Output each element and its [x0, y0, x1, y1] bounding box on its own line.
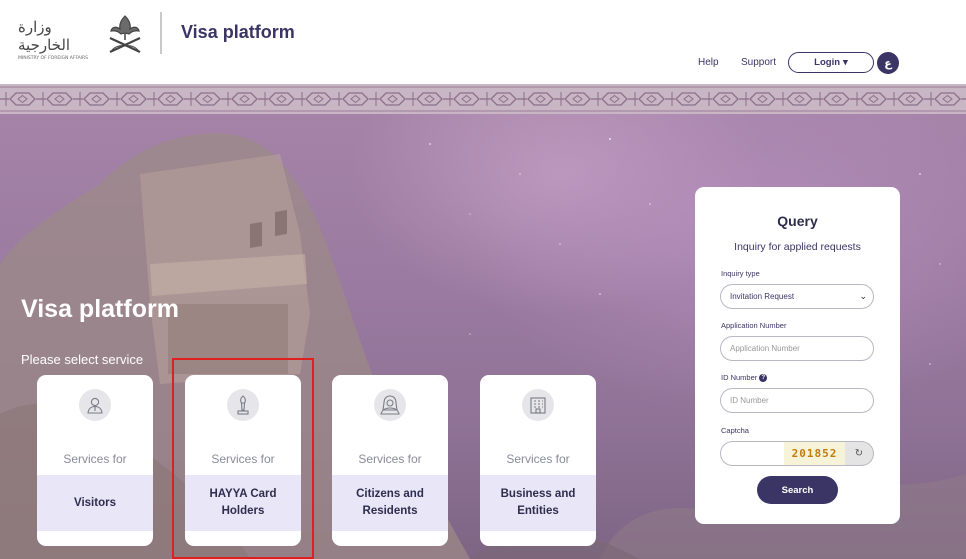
- card-label-visitors: Visitors: [37, 475, 153, 531]
- nav-help-link[interactable]: Help: [698, 57, 719, 68]
- visitor-icon: [79, 389, 111, 421]
- service-card-business[interactable]: Services for Business and Entities: [480, 375, 596, 546]
- chevron-down-icon: ⌄: [859, 291, 867, 301]
- language-toggle-button[interactable]: ع: [877, 52, 899, 74]
- refresh-icon[interactable]: ↻: [845, 441, 874, 466]
- chevron-down-icon: ▾: [843, 57, 848, 68]
- citizen-icon: [374, 389, 406, 421]
- card-prefix: Services for: [211, 452, 275, 466]
- login-dropdown-button[interactable]: Login ▾: [788, 52, 874, 73]
- inquiry-type-label: Inquiry type: [721, 269, 760, 278]
- logo-arabic: وزارة الخارجية: [18, 18, 71, 54]
- query-subtitle: Inquiry for applied requests: [734, 241, 861, 253]
- login-label: Login: [814, 57, 841, 68]
- service-card-hayya[interactable]: Services for HAYYA Card Holders: [185, 375, 301, 546]
- building-icon: [522, 389, 554, 421]
- card-label-hayya: HAYYA Card Holders: [185, 475, 301, 531]
- service-card-citizens[interactable]: Services for Citizens and Residents: [332, 375, 448, 546]
- logo-english: MINISTRY OF FOREIGN AFFAIRS: [18, 56, 89, 61]
- inquiry-type-value: Invitation Request: [730, 292, 795, 301]
- card-prefix: Services for: [63, 452, 127, 466]
- id-number-label-row: ID Number ?: [721, 373, 768, 383]
- page-brand-title[interactable]: Visa platform: [181, 22, 295, 43]
- captcha-image: 201852: [784, 441, 845, 466]
- captcha-input[interactable]: [720, 441, 784, 466]
- saudi-emblem-icon: [109, 15, 141, 53]
- id-number-input[interactable]: ID Number: [720, 388, 874, 413]
- id-number-label: ID Number: [721, 373, 758, 382]
- pattern-ornament: [0, 84, 966, 114]
- card-label-business: Business and Entities: [480, 475, 596, 531]
- captcha-label: Captcha: [721, 426, 749, 435]
- card-prefix: Services for: [506, 452, 570, 466]
- application-number-label: Application Number: [721, 321, 787, 330]
- logo-divider: [160, 12, 162, 54]
- logo-text: وزارة الخارجية MINISTRY OF FOREIGN AFFAI…: [18, 18, 96, 61]
- ministry-logo[interactable]: وزارة الخارجية MINISTRY OF FOREIGN AFFAI…: [18, 12, 148, 61]
- nav-support-link[interactable]: Support: [741, 57, 776, 68]
- torch-trophy-icon: [227, 389, 259, 421]
- hero-title: Visa platform: [21, 295, 179, 323]
- decorative-pattern-band: [0, 84, 966, 114]
- hero-section: Visa platform Please select service Serv…: [0, 114, 966, 559]
- query-panel: Query Inquiry for applied requests Inqui…: [695, 187, 900, 524]
- application-number-input[interactable]: Application Number: [720, 336, 874, 361]
- site-header: وزارة الخارجية MINISTRY OF FOREIGN AFFAI…: [0, 0, 966, 84]
- select-service-prompt: Please select service: [21, 352, 144, 367]
- search-button[interactable]: Search: [757, 476, 838, 504]
- query-title: Query: [777, 213, 818, 229]
- question-circle-icon[interactable]: ?: [759, 374, 768, 383]
- card-prefix: Services for: [358, 452, 422, 466]
- inquiry-type-select[interactable]: Invitation Request ⌄: [720, 284, 874, 309]
- service-card-visitors[interactable]: Services for Visitors: [37, 375, 153, 546]
- card-label-citizens: Citizens and Residents: [332, 475, 448, 531]
